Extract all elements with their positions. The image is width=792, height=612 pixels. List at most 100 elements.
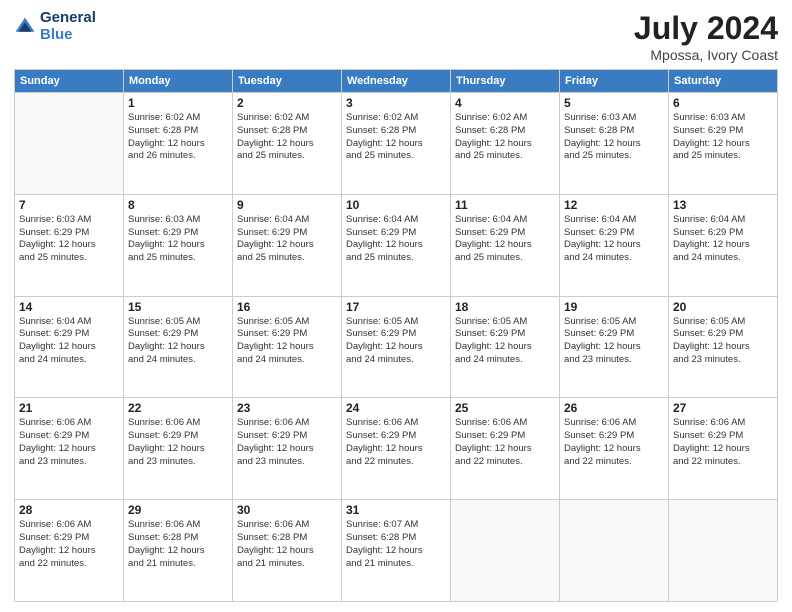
subtitle: Mpossa, Ivory Coast [634, 47, 778, 63]
calendar-cell: 2 Sunrise: 6:02 AM Sunset: 6:28 PM Daylig… [233, 93, 342, 195]
calendar-cell [15, 93, 124, 195]
day-header-friday: Friday [560, 70, 669, 93]
calendar-cell: 22Sunrise: 6:06 AM Sunset: 6:29 PM Dayli… [124, 398, 233, 500]
day-info: Sunrise: 6:06 AM Sunset: 6:29 PM Dayligh… [564, 417, 664, 468]
day-info: Sunrise: 6:04 AM Sunset: 6:29 PM Dayligh… [564, 214, 664, 265]
calendar-cell: 24 Sunrise: 6:06 AM Sunset: 6:29 PM Dayli… [342, 398, 451, 500]
day-info: Sunrise: 6:04 AM Sunset: 6:29 PM Dayligh… [237, 214, 337, 265]
day-number: 24 [346, 401, 446, 415]
day-info: Sunrise: 6:02 AM Sunset: 6:28 PM Dayligh… [455, 112, 555, 163]
day-info: Sunrise: 6:05 AM Sunset: 6:29 PM Dayligh… [346, 316, 446, 367]
day-number: 19 [564, 300, 664, 314]
day-number: 28 [19, 503, 119, 517]
calendar-cell: 25 Sunrise: 6:06 AM Sunset: 6:29 PM Dayli… [451, 398, 560, 500]
logo: General Blue [14, 10, 96, 43]
day-info: Sunrise: 6:03 AM Sunset: 6:29 PM Dayligh… [673, 112, 773, 163]
calendar-cell: 30Sunrise: 6:06 AM Sunset: 6:28 PM Dayli… [233, 500, 342, 602]
day-info: Sunrise: 6:04 AM Sunset: 6:29 PM Dayligh… [346, 214, 446, 265]
calendar-week-row: 14 Sunrise: 6:04 AM Sunset: 6:29 PM Dayli… [15, 296, 778, 398]
calendar-cell: 10 Sunrise: 6:04 AM Sunset: 6:29 PM Dayli… [342, 194, 451, 296]
day-number: 31 [346, 503, 446, 517]
calendar-cell: 14 Sunrise: 6:04 AM Sunset: 6:29 PM Dayli… [15, 296, 124, 398]
day-info: Sunrise: 6:05 AM Sunset: 6:29 PM Dayligh… [128, 316, 228, 367]
day-number: 20 [673, 300, 773, 314]
day-info: Sunrise: 6:03 AM Sunset: 6:29 PM Dayligh… [19, 214, 119, 265]
calendar-cell: 20 Sunrise: 6:05 AM Sunset: 6:29 PM Dayli… [669, 296, 778, 398]
day-info: Sunrise: 6:02 AM Sunset: 6:28 PM Dayligh… [237, 112, 337, 163]
day-header-wednesday: Wednesday [342, 70, 451, 93]
calendar-cell: 16 Sunrise: 6:05 AM Sunset: 6:29 PM Dayli… [233, 296, 342, 398]
calendar-cell: 15Sunrise: 6:05 AM Sunset: 6:29 PM Dayli… [124, 296, 233, 398]
day-header-thursday: Thursday [451, 70, 560, 93]
calendar-week-row: 28 Sunrise: 6:06 AM Sunset: 6:29 PM Dayli… [15, 500, 778, 602]
calendar-table: SundayMondayTuesdayWednesdayThursdayFrid… [14, 69, 778, 602]
day-number: 14 [19, 300, 119, 314]
title-block: July 2024 Mpossa, Ivory Coast [634, 10, 778, 63]
day-number: 7 [19, 198, 119, 212]
day-info: Sunrise: 6:05 AM Sunset: 6:29 PM Dayligh… [564, 316, 664, 367]
calendar-cell: 26 Sunrise: 6:06 AM Sunset: 6:29 PM Dayli… [560, 398, 669, 500]
calendar-week-row: 7 Sunrise: 6:03 AM Sunset: 6:29 PM Daylig… [15, 194, 778, 296]
day-info: Sunrise: 6:03 AM Sunset: 6:29 PM Dayligh… [128, 214, 228, 265]
calendar-cell: 28 Sunrise: 6:06 AM Sunset: 6:29 PM Dayli… [15, 500, 124, 602]
calendar-body: 1 Sunrise: 6:02 AM Sunset: 6:28 PM Daylig… [15, 93, 778, 602]
day-number: 1 [128, 96, 228, 110]
day-info: Sunrise: 6:06 AM Sunset: 6:29 PM Dayligh… [19, 519, 119, 570]
day-number: 29 [128, 503, 228, 517]
day-number: 13 [673, 198, 773, 212]
day-number: 25 [455, 401, 555, 415]
day-number: 23 [237, 401, 337, 415]
header-row: SundayMondayTuesdayWednesdayThursdayFrid… [15, 70, 778, 93]
day-info: Sunrise: 6:06 AM Sunset: 6:29 PM Dayligh… [455, 417, 555, 468]
day-info: Sunrise: 6:03 AM Sunset: 6:28 PM Dayligh… [564, 112, 664, 163]
day-number: 2 [237, 96, 337, 110]
day-info: Sunrise: 6:06 AM Sunset: 6:28 PM Dayligh… [237, 519, 337, 570]
day-number: 10 [346, 198, 446, 212]
calendar-cell: 31 Sunrise: 6:07 AM Sunset: 6:28 PM Dayli… [342, 500, 451, 602]
day-header-sunday: Sunday [15, 70, 124, 93]
logo-text: General Blue [40, 10, 96, 43]
day-info: Sunrise: 6:05 AM Sunset: 6:29 PM Dayligh… [673, 316, 773, 367]
calendar-cell: 4 Sunrise: 6:02 AM Sunset: 6:28 PM Daylig… [451, 93, 560, 195]
calendar-cell: 6 Sunrise: 6:03 AM Sunset: 6:29 PM Daylig… [669, 93, 778, 195]
calendar-cell [669, 500, 778, 602]
day-number: 9 [237, 198, 337, 212]
header: General Blue July 2024 Mpossa, Ivory Coa… [14, 10, 778, 63]
day-number: 26 [564, 401, 664, 415]
day-info: Sunrise: 6:06 AM Sunset: 6:28 PM Dayligh… [128, 519, 228, 570]
calendar-cell: 3 Sunrise: 6:02 AM Sunset: 6:28 PM Daylig… [342, 93, 451, 195]
calendar-cell: 19 Sunrise: 6:05 AM Sunset: 6:29 PM Dayli… [560, 296, 669, 398]
day-header-monday: Monday [124, 70, 233, 93]
day-number: 4 [455, 96, 555, 110]
day-number: 22 [128, 401, 228, 415]
logo-icon [14, 16, 36, 38]
day-number: 8 [128, 198, 228, 212]
calendar-header: SundayMondayTuesdayWednesdayThursdayFrid… [15, 70, 778, 93]
day-info: Sunrise: 6:06 AM Sunset: 6:29 PM Dayligh… [346, 417, 446, 468]
day-number: 6 [673, 96, 773, 110]
day-number: 3 [346, 96, 446, 110]
calendar-cell: 12 Sunrise: 6:04 AM Sunset: 6:29 PM Dayli… [560, 194, 669, 296]
page: General Blue July 2024 Mpossa, Ivory Coa… [0, 0, 792, 612]
calendar-cell: 27Sunrise: 6:06 AM Sunset: 6:29 PM Dayli… [669, 398, 778, 500]
calendar-cell [560, 500, 669, 602]
calendar-cell: 13 Sunrise: 6:04 AM Sunset: 6:29 PM Dayli… [669, 194, 778, 296]
day-number: 5 [564, 96, 664, 110]
day-number: 11 [455, 198, 555, 212]
day-info: Sunrise: 6:02 AM Sunset: 6:28 PM Dayligh… [128, 112, 228, 163]
day-header-tuesday: Tuesday [233, 70, 342, 93]
calendar-cell: 11Sunrise: 6:04 AM Sunset: 6:29 PM Dayli… [451, 194, 560, 296]
day-info: Sunrise: 6:07 AM Sunset: 6:28 PM Dayligh… [346, 519, 446, 570]
day-info: Sunrise: 6:05 AM Sunset: 6:29 PM Dayligh… [237, 316, 337, 367]
day-info: Sunrise: 6:04 AM Sunset: 6:29 PM Dayligh… [19, 316, 119, 367]
day-info: Sunrise: 6:02 AM Sunset: 6:28 PM Dayligh… [346, 112, 446, 163]
calendar-cell: 1 Sunrise: 6:02 AM Sunset: 6:28 PM Daylig… [124, 93, 233, 195]
calendar-cell: 17Sunrise: 6:05 AM Sunset: 6:29 PM Dayli… [342, 296, 451, 398]
day-info: Sunrise: 6:04 AM Sunset: 6:29 PM Dayligh… [673, 214, 773, 265]
calendar-cell: 5 Sunrise: 6:03 AM Sunset: 6:28 PM Daylig… [560, 93, 669, 195]
day-number: 12 [564, 198, 664, 212]
calendar-cell: 9 Sunrise: 6:04 AM Sunset: 6:29 PM Daylig… [233, 194, 342, 296]
day-number: 16 [237, 300, 337, 314]
day-info: Sunrise: 6:05 AM Sunset: 6:29 PM Dayligh… [455, 316, 555, 367]
day-info: Sunrise: 6:06 AM Sunset: 6:29 PM Dayligh… [19, 417, 119, 468]
